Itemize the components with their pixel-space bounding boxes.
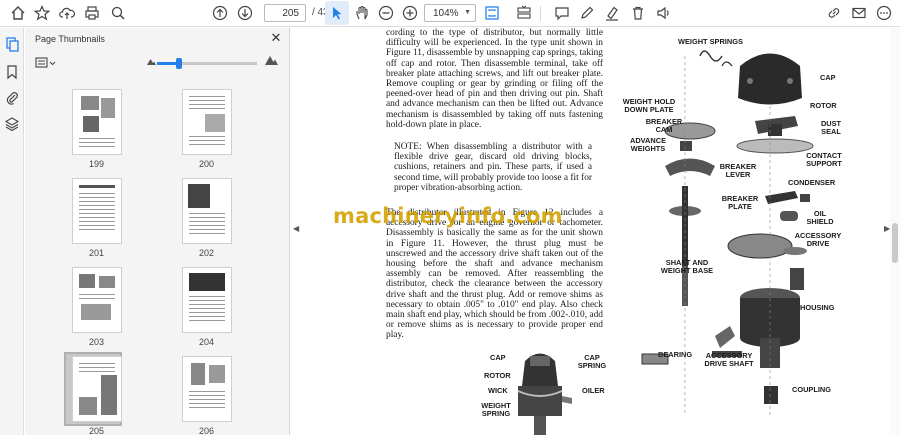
figure-label: BREAKER CAM: [645, 117, 683, 135]
figure-label: WEIGHT SPRINGS: [678, 37, 743, 46]
figure-label: CAP: [820, 73, 836, 82]
figure-label: CONTACT SUPPORT: [806, 151, 842, 169]
document-page: cording to the type of distributor, but …: [300, 28, 884, 435]
thumbnail-options-icon[interactable]: [35, 56, 57, 70]
figure-label: WICK: [488, 386, 508, 395]
panel-title: Page Thumbnails: [35, 34, 105, 44]
watermark-text: machineryinfo.com: [333, 204, 563, 228]
arrow-down-circle-icon[interactable]: [233, 1, 257, 25]
thumbnail-page[interactable]: 204: [178, 267, 235, 347]
link-icon[interactable]: [822, 1, 846, 25]
hand-pan-icon[interactable]: [350, 1, 374, 25]
zoom-level-select[interactable]: 104% ▼: [424, 4, 476, 22]
thumbnail-page-selected[interactable]: 205: [64, 352, 125, 435]
note-paragraph: NOTE: When disassembling a distributor w…: [394, 142, 592, 193]
thumbnail-image: [181, 89, 232, 155]
figure-label: CAP SPRING: [577, 353, 607, 371]
search-zoom-icon[interactable]: [106, 1, 130, 25]
toolbar-divider: [540, 6, 541, 21]
thumbnail-list: 199 200 201 202 203 204 205 206: [25, 80, 290, 435]
mail-icon[interactable]: [847, 1, 871, 25]
figure-label: ADVANCE WEIGHTS: [630, 136, 666, 154]
attachment-icon[interactable]: [4, 90, 20, 106]
thumbnail-panel: Page Thumbnails ✕ 199 200 201 202 203 20…: [25, 28, 290, 435]
close-icon[interactable]: ✕: [269, 31, 283, 45]
body-paragraph: cording to the type of distributor, but …: [386, 28, 603, 130]
thumbnail-page-number: 206: [198, 426, 215, 435]
zoom-out-thumbnails-icon[interactable]: [147, 58, 156, 65]
figure-label: ACCESSORY DRIVE SHAFT: [704, 351, 754, 369]
thumbnail-image: [71, 178, 122, 244]
figure-label: OILER: [582, 386, 605, 395]
navigation-rail: [0, 28, 24, 435]
zoom-in-icon[interactable]: [398, 1, 422, 25]
zoom-in-thumbnails-icon[interactable]: [265, 55, 278, 65]
pen-icon[interactable]: [575, 1, 599, 25]
thumbnail-image: [181, 267, 232, 333]
figure-label: COUPLING: [792, 385, 832, 394]
upload-cloud-icon[interactable]: [55, 1, 79, 25]
chevron-down-icon: ▼: [464, 9, 471, 16]
thumbnail-page-number: 205: [88, 426, 105, 435]
slider-thumb[interactable]: [176, 58, 182, 69]
figure-label: BREAKER LEVER: [719, 162, 757, 180]
figure-label: CONDENSER: [788, 178, 836, 187]
thumbnail-page-number: 204: [198, 337, 215, 347]
thumbnail-page[interactable]: 202: [178, 178, 235, 258]
previous-page-arrow-icon[interactable]: ◀: [293, 224, 299, 233]
thumbnail-page-number: 203: [88, 337, 105, 347]
page-fit-icon[interactable]: [480, 1, 504, 25]
figure-label: BEARING: [658, 350, 693, 359]
figure-label: HOUSING: [800, 303, 835, 312]
thumbnail-page[interactable]: 201: [68, 178, 125, 258]
thumbnail-image: [71, 356, 122, 422]
thumbnail-zoom-slider[interactable]: [157, 58, 257, 69]
thumbnail-image: [181, 178, 232, 244]
star-icon[interactable]: [30, 1, 54, 25]
thumbnail-page[interactable]: 200: [178, 89, 235, 169]
figure-label: SHAFT AND WEIGHT BASE: [660, 258, 714, 276]
thumbnail-image: [71, 89, 122, 155]
pdf-viewer: 205 / 437 104% ▼ Page Thumbnails ✕ 199 2…: [0, 0, 900, 435]
zoom-out-icon[interactable]: [374, 1, 398, 25]
thumbnail-page[interactable]: 203: [68, 267, 125, 347]
thumbnail-page-number: 201: [88, 248, 105, 258]
thumbnail-page-number: 202: [198, 248, 215, 258]
figure-label: WEIGHT SPRING: [481, 401, 511, 419]
vertical-scrollbar[interactable]: [890, 28, 900, 435]
scrollbar-thumb[interactable]: [892, 223, 898, 263]
trash-icon[interactable]: [626, 1, 650, 25]
figure-label: OIL SHIELD: [806, 209, 834, 227]
arrow-up-circle-icon[interactable]: [208, 1, 232, 25]
thumbnail-page-number: 199: [88, 159, 105, 169]
thumbnail-page-number: 200: [198, 159, 215, 169]
figure-label: ROTOR: [484, 371, 511, 380]
bookmark-icon[interactable]: [4, 64, 20, 80]
zoom-level-value: 104%: [433, 7, 459, 19]
page-number-input[interactable]: 205: [264, 4, 306, 22]
print-icon[interactable]: [80, 1, 104, 25]
figure-label: WEIGHT HOLD DOWN PLATE: [622, 97, 676, 115]
thumbnail-image: [71, 267, 122, 333]
figure-label: ACCESSORY DRIVE: [794, 231, 842, 249]
scroll-mode-icon[interactable]: [512, 1, 536, 25]
layers-icon[interactable]: [4, 116, 20, 132]
figure-label: ROTOR: [810, 101, 837, 110]
home-icon[interactable]: [6, 1, 30, 25]
comment-icon[interactable]: [550, 1, 574, 25]
thumbnail-page[interactable]: 206: [178, 356, 235, 435]
thumbnail-page[interactable]: 199: [68, 89, 125, 169]
figure-label: DUST SEAL: [820, 119, 842, 137]
figure-label: BREAKER PLATE: [721, 194, 759, 212]
cursor-select-icon[interactable]: [325, 1, 349, 25]
page-thumbnails-icon[interactable]: [4, 36, 20, 52]
thumbnail-image: [181, 356, 232, 422]
read-aloud-icon[interactable]: [652, 1, 676, 25]
highlight-icon[interactable]: [600, 1, 624, 25]
toolbar: 205 / 437 104% ▼: [0, 0, 900, 27]
figure-label: CAP: [490, 353, 506, 362]
more-icon[interactable]: [872, 1, 896, 25]
